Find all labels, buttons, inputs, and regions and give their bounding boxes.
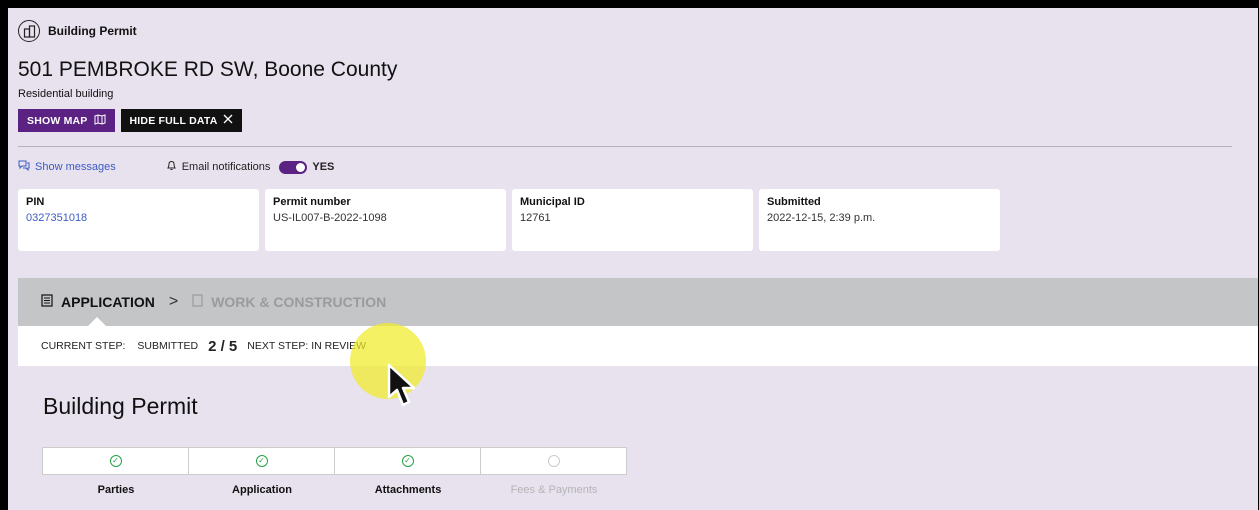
progress-steps: ✓ Parties ✓ Application ✓ Attachments Fe… — [42, 447, 627, 496]
toggle-state: YES — [312, 161, 335, 173]
progress-step-parties[interactable]: ✓ Parties — [42, 447, 189, 496]
pin-value[interactable]: 0327351018 — [26, 212, 251, 224]
messages-row: Show messages Email notifications YES — [18, 160, 334, 174]
progress-step-fees-payments[interactable]: Fees & Payments — [480, 447, 627, 496]
progress-step-label: Attachments — [374, 484, 442, 496]
bell-icon — [166, 160, 177, 174]
stage-application[interactable]: APPLICATION — [41, 294, 155, 310]
progress-step-box: ✓ — [42, 447, 189, 475]
stage-work-construction-label: WORK & CONSTRUCTION — [211, 294, 387, 310]
email-notifications-toggle[interactable] — [279, 160, 308, 174]
pin-card: PIN 0327351018 — [18, 189, 259, 251]
info-cards: PIN 0327351018 Permit number US-IL007-B-… — [18, 189, 1000, 251]
progress-step-application[interactable]: ✓ Application — [188, 447, 335, 496]
progress-step-box: ✓ — [188, 447, 335, 475]
current-step-status: SUBMITTED — [137, 340, 199, 352]
hide-full-data-label: HIDE FULL DATA — [129, 114, 218, 127]
check-circle-icon: ✓ — [109, 455, 122, 467]
app-title: Building Permit — [48, 24, 137, 38]
step-count: 2 / 5 — [208, 337, 238, 355]
chevron-right-icon: > — [168, 293, 179, 310]
card-label: Submitted — [767, 196, 821, 208]
card-label: Municipal ID — [520, 196, 585, 208]
building-icon — [18, 20, 40, 42]
mouse-cursor-icon — [387, 363, 421, 414]
section-title: Building Permit — [43, 393, 198, 419]
show-messages-label: Show messages — [35, 161, 116, 173]
progress-step-label: Application — [232, 484, 292, 496]
submitted-card: Submitted 2022-12-15, 2:39 p.m. — [759, 189, 1000, 251]
show-map-label: SHOW MAP — [27, 114, 88, 127]
stage-indicator-notch — [88, 317, 106, 326]
stage-bar: APPLICATION > WORK & CONSTRUCTION — [18, 278, 1258, 326]
stage-application-label: APPLICATION — [61, 294, 155, 310]
close-icon — [223, 114, 233, 127]
current-step-label: CURRENT STEP: — [41, 340, 126, 352]
divider — [18, 146, 1232, 147]
progress-step-box: ✓ — [334, 447, 481, 475]
municipal-id-card: Municipal ID 12761 — [512, 189, 753, 251]
page-title: 501 PEMBROKE RD SW, Boone County — [18, 58, 398, 81]
building-type: Residential building — [18, 88, 114, 100]
email-notifications: Email notifications YES — [166, 160, 335, 174]
progress-step-label: Parties — [97, 484, 135, 496]
progress-step-attachments[interactable]: ✓ Attachments — [334, 447, 481, 496]
check-circle-icon: ✓ — [401, 455, 414, 467]
submitted-value: 2022-12-15, 2:39 p.m. — [767, 212, 876, 224]
app-header: Building Permit — [18, 20, 137, 42]
app-window: Building Permit 501 PEMBROKE RD SW, Boon… — [8, 8, 1258, 510]
next-step-label: NEXT STEP: IN REVIEW — [247, 340, 367, 352]
email-notifications-label: Email notifications — [181, 161, 271, 173]
chat-icon — [18, 160, 30, 174]
building-icon — [192, 294, 203, 310]
permit-number-card: Permit number US-IL007-B-2022-1098 — [265, 189, 506, 251]
show-messages-link[interactable]: Show messages — [18, 160, 116, 174]
check-circle-icon: ✓ — [255, 455, 268, 467]
action-buttons: SHOW MAP HIDE FULL DATA — [18, 109, 243, 132]
map-icon — [94, 113, 106, 128]
hide-full-data-button[interactable]: HIDE FULL DATA — [120, 109, 243, 132]
stage-work-construction[interactable]: WORK & CONSTRUCTION — [192, 294, 386, 310]
show-map-button[interactable]: SHOW MAP — [18, 109, 115, 132]
progress-step-label: Fees & Payments — [510, 484, 598, 496]
card-label: PIN — [26, 196, 45, 208]
empty-circle-icon — [547, 455, 560, 467]
card-label: Permit number — [273, 196, 351, 208]
document-icon — [41, 294, 53, 310]
current-step-row: CURRENT STEP: SUBMITTED 2 / 5 NEXT STEP:… — [18, 326, 1258, 366]
municipal-id-value: 12761 — [520, 212, 551, 224]
permit-number-value: US-IL007-B-2022-1098 — [273, 212, 387, 224]
progress-step-box — [480, 447, 627, 475]
